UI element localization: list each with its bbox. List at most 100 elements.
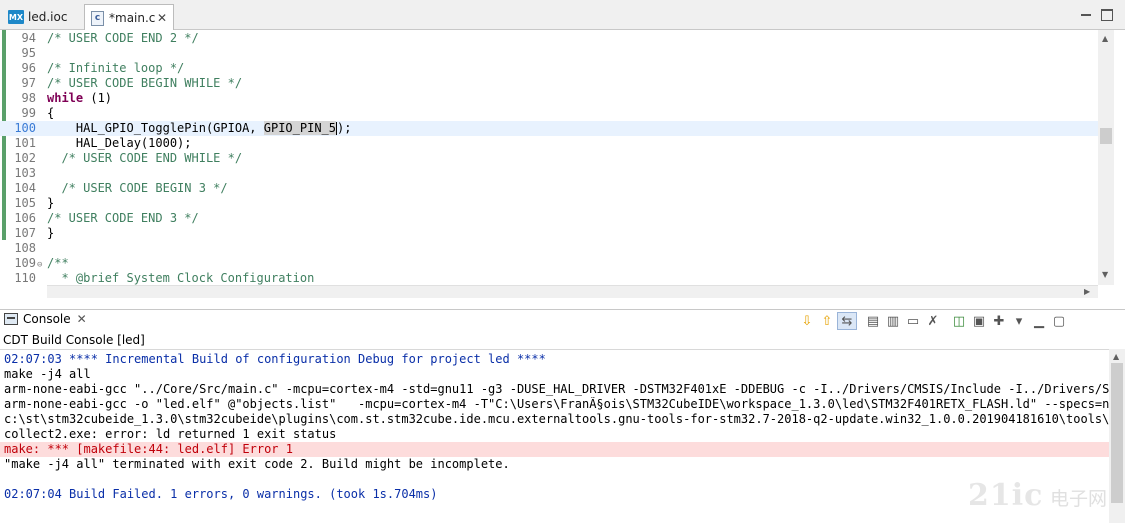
console-line: "make -j4 all" terminated with exit code… bbox=[4, 457, 510, 471]
tab-label: led.ioc bbox=[28, 10, 68, 24]
watermark-text: 21ic bbox=[968, 478, 1044, 513]
code-line[interactable]: 106 /* USER CODE END 3 */ bbox=[0, 211, 1098, 226]
editor-tab-bar: MX led.ioc c *main.c ✕ bbox=[0, 0, 1125, 31]
code-line[interactable]: 108 bbox=[0, 241, 1098, 256]
show-when-stderr-icon[interactable]: ▥ bbox=[883, 312, 903, 330]
display-console-icon[interactable]: ▣ bbox=[969, 312, 989, 330]
code-line[interactable]: 94 /* USER CODE END 2 */ bbox=[0, 31, 1098, 46]
console-line: make: *** [makefile:44: led.elf] Error 1 bbox=[0, 442, 1109, 457]
line-number: 110 bbox=[14, 271, 36, 285]
watermark-logo: 21ic 电子网 bbox=[968, 478, 1118, 520]
tab-led-ioc[interactable]: MX led.ioc bbox=[2, 4, 82, 30]
line-source: /* USER CODE END 2 */ bbox=[47, 31, 199, 45]
console-output[interactable]: 02:07:03 **** Incremental Build of confi… bbox=[0, 349, 1109, 523]
line-number: 101 bbox=[14, 136, 36, 150]
console-title: CDT Build Console [led] bbox=[3, 333, 145, 347]
console-line: 02:07:04 Build Failed. 1 errors, 0 warni… bbox=[4, 487, 438, 501]
code-line[interactable]: 96 /* Infinite loop */ bbox=[0, 61, 1098, 76]
line-source: } bbox=[47, 196, 55, 210]
maximize-icon[interactable]: ▢ bbox=[1049, 312, 1069, 330]
tab-main-c[interactable]: c *main.c ✕ bbox=[84, 4, 174, 31]
console-line: make -j4 all bbox=[4, 367, 91, 381]
show-when-stdout-icon[interactable]: ▤ bbox=[863, 312, 883, 330]
line-source: HAL_GPIO_TogglePin(GPIOA, GPIO_PIN_5); bbox=[47, 121, 352, 135]
watermark-subtext: 电子网 bbox=[1050, 488, 1108, 510]
maximize-icon[interactable] bbox=[1101, 9, 1113, 21]
code-line[interactable]: 97 /* USER CODE BEGIN WHILE */ bbox=[0, 76, 1098, 91]
line-number: 109 bbox=[14, 256, 36, 270]
line-source: /* Infinite loop */ bbox=[47, 61, 185, 75]
new-console-icon[interactable]: ✚ bbox=[989, 312, 1009, 330]
code-line[interactable]: 102 /* USER CODE END WHILE */ bbox=[0, 151, 1098, 166]
tab-console[interactable]: Console ✕ bbox=[4, 312, 87, 326]
line-source: { bbox=[47, 106, 55, 120]
code-area[interactable]: 94 /* USER CODE END 2 */ 95 96 /* Infinite l… bbox=[0, 30, 1098, 285]
scroll-lock-icon[interactable]: ⇆ bbox=[837, 312, 857, 330]
editor-horizontal-scrollbar[interactable]: ▶ bbox=[47, 285, 1098, 298]
view-menu-icon[interactable]: ▾ bbox=[1009, 312, 1029, 330]
code-editor[interactable]: 94 /* USER CODE END 2 */ 95 96 /* Infinite l… bbox=[0, 30, 1125, 298]
selection-highlight: GPIO_PIN_5 bbox=[263, 121, 336, 135]
code-line[interactable]: 104 /* USER CODE BEGIN 3 */ bbox=[0, 181, 1098, 196]
scroll-right-arrow-icon[interactable]: ▶ bbox=[1084, 287, 1090, 296]
line-source: HAL_Delay(1000); bbox=[47, 136, 192, 150]
tab-label: *main.c bbox=[109, 11, 156, 25]
scroll-up-arrow-icon[interactable]: ▲ bbox=[1113, 352, 1119, 361]
close-icon[interactable]: ✕ bbox=[77, 312, 87, 326]
line-number: 105 bbox=[14, 196, 36, 210]
line-source: /* USER CODE BEGIN WHILE */ bbox=[47, 76, 243, 90]
line-source: * @brief System Clock Configuration bbox=[47, 271, 315, 285]
line-source: /* USER CODE BEGIN 3 */ bbox=[47, 181, 228, 195]
remove-launch-icon[interactable]: ✗ bbox=[923, 312, 943, 330]
line-source: /** bbox=[47, 256, 69, 270]
line-source: /* USER CODE END WHILE */ bbox=[47, 151, 243, 165]
line-number: 96 bbox=[21, 61, 36, 75]
code-line[interactable]: 107} bbox=[0, 226, 1098, 241]
console-tab-label: Console bbox=[23, 312, 71, 326]
editor-vertical-scrollbar[interactable]: ▲ ▼ bbox=[1098, 30, 1114, 285]
console-toolbar: ⇩ ⇧ ⇆ ▤ ▥ ▭ ✗ ◫ ▣ ✚ ▾ ▁ ▢ bbox=[797, 311, 1069, 331]
line-source: /* USER CODE END 3 */ bbox=[47, 211, 199, 225]
scroll-up-icon[interactable]: ⇧ bbox=[817, 312, 837, 330]
code-line[interactable]: 101 HAL_Delay(1000); bbox=[0, 136, 1098, 151]
line-source: } bbox=[47, 226, 55, 240]
code-line[interactable]: 100 HAL_GPIO_TogglePin(GPIOA, GPIO_PIN_5… bbox=[0, 121, 1098, 136]
code-line[interactable]: 103 bbox=[0, 166, 1098, 181]
code-line[interactable]: 105} bbox=[0, 196, 1098, 211]
console-line: arm-none-eabi-gcc "../Core/Src/main.c" -… bbox=[4, 382, 1109, 396]
line-number: 99 bbox=[21, 106, 36, 120]
minimize-icon[interactable] bbox=[1080, 9, 1092, 21]
line-number: 100 bbox=[14, 121, 36, 135]
keyword: while bbox=[47, 91, 84, 105]
code-line[interactable]: 95 bbox=[0, 46, 1098, 61]
minimize-icon[interactable]: ▁ bbox=[1029, 312, 1049, 330]
code-line[interactable]: 98 while (1) bbox=[0, 91, 1098, 106]
console-line: collect2.exe: error: ld returned 1 exit … bbox=[4, 427, 337, 441]
code-line[interactable]: 110 * @brief System Clock Configuration bbox=[0, 271, 1098, 285]
line-number: 103 bbox=[14, 166, 36, 180]
code-line[interactable]: 99 { bbox=[0, 106, 1098, 121]
line-source: while (1) bbox=[47, 91, 113, 105]
text-caret bbox=[336, 122, 337, 135]
console-line: 02:07:03 **** Incremental Build of confi… bbox=[4, 352, 546, 366]
scroll-down-arrow-icon[interactable]: ▼ bbox=[1102, 270, 1108, 279]
mx-icon: MX bbox=[8, 10, 24, 24]
line-number: 95 bbox=[21, 46, 36, 60]
pin-console-icon[interactable]: ◫ bbox=[949, 312, 969, 330]
line-number: 108 bbox=[14, 241, 36, 255]
scroll-up-arrow-icon[interactable]: ▲ bbox=[1102, 34, 1108, 43]
console-view-header: Console ✕ ⇩ ⇧ ⇆ ▤ ▥ ▭ ✗ ◫ ▣ ✚ ▾ ▁ ▢ bbox=[0, 309, 1125, 331]
close-icon[interactable]: ✕ bbox=[157, 11, 167, 25]
line-number: 97 bbox=[21, 76, 36, 90]
console-icon bbox=[4, 313, 18, 325]
line-number: 94 bbox=[21, 31, 36, 45]
line-number: 107 bbox=[14, 226, 36, 240]
line-number: 102 bbox=[14, 151, 36, 165]
console-line: arm-none-eabi-gcc -o "led.elf" @"objects… bbox=[4, 397, 1109, 411]
scroll-down-icon[interactable]: ⇩ bbox=[797, 312, 817, 330]
console-line: c:\st\stm32cubeide_1.3.0\stm32cubeide\pl… bbox=[4, 412, 1109, 426]
code-line[interactable]: 109 ⊖/** bbox=[0, 256, 1098, 271]
clear-console-icon[interactable]: ▭ bbox=[903, 312, 923, 330]
scrollbar-thumb[interactable] bbox=[1100, 128, 1112, 144]
